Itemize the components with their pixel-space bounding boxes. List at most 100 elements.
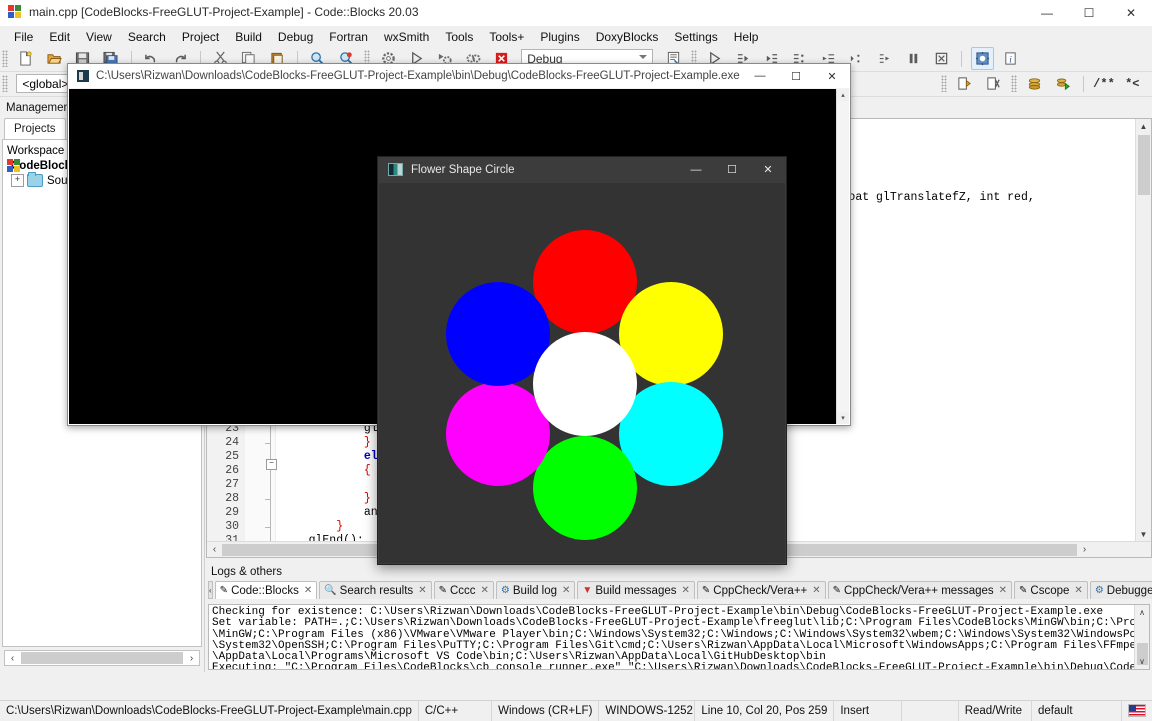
- close-icon[interactable]: ✕: [1074, 585, 1082, 596]
- menu-search[interactable]: Search: [120, 28, 174, 46]
- debug-various-icon[interactable]: [873, 47, 896, 70]
- wxsmith-delete-icon[interactable]: [982, 72, 1005, 95]
- log-tab-search-results[interactable]: 🔍 Search results ✕: [319, 581, 431, 599]
- debugging-windows-icon[interactable]: [971, 47, 994, 70]
- log-tab-cppcheck-vera-messages[interactable]: ✎ CppCheck/Vera++ messages ✕: [828, 581, 1012, 599]
- close-icon[interactable]: ✕: [481, 585, 489, 596]
- log-tab-codeblocks[interactable]: ✎ Code::Blocks ✕: [215, 581, 318, 599]
- open-file-icon[interactable]: [43, 47, 66, 70]
- new-file-icon[interactable]: [14, 47, 37, 70]
- status-encoding: WINDOWS-1252: [599, 701, 695, 721]
- toolbar-separator: [1083, 76, 1084, 92]
- menu-doxyblocks[interactable]: DoxyBlocks: [588, 28, 667, 46]
- close-icon[interactable]: ✕: [562, 585, 570, 596]
- code-line: }: [281, 436, 371, 450]
- toolbar-grip[interactable]: [1011, 75, 1017, 92]
- doxyblocks-block-icon[interactable]: *<: [1121, 72, 1144, 95]
- doxyblocks-extract-icon[interactable]: [1052, 72, 1075, 95]
- log-tab-debugger[interactable]: ⚙ Debugger ✕: [1090, 581, 1152, 599]
- glut-minimize-button[interactable]: —: [678, 157, 714, 182]
- close-icon[interactable]: ✕: [418, 585, 426, 596]
- toolbar-grip[interactable]: [941, 75, 947, 92]
- wxsmith-insert-icon[interactable]: [953, 72, 976, 95]
- debug-stop-icon[interactable]: [930, 47, 953, 70]
- tab-projects[interactable]: Projects: [4, 118, 66, 139]
- logs-content[interactable]: Checking for existence: C:\Users\Rizwan\…: [208, 604, 1150, 670]
- maximize-button[interactable]: ☐: [1068, 0, 1110, 26]
- menu-debug[interactable]: Debug: [270, 28, 321, 46]
- logs-vscrollbar[interactable]: ∧ ∨: [1134, 605, 1149, 669]
- line-number: 26: [207, 464, 239, 478]
- scroll-right-icon[interactable]: ›: [1077, 544, 1092, 555]
- toolbar-grip[interactable]: [2, 75, 8, 92]
- menu-fortran[interactable]: Fortran: [321, 28, 376, 46]
- toolbar-grip[interactable]: [2, 50, 8, 67]
- menu-tools-plus[interactable]: Tools+: [481, 28, 532, 46]
- pencil-icon: ✎: [220, 585, 228, 596]
- scroll-up-icon[interactable]: ▲: [1136, 119, 1151, 134]
- menu-project[interactable]: Project: [174, 28, 227, 46]
- menu-edit[interactable]: Edit: [41, 28, 78, 46]
- console-vscrollbar[interactable]: ▴ ▾: [836, 89, 849, 424]
- scroll-left-icon[interactable]: ‹: [207, 544, 222, 555]
- scroll-down-icon[interactable]: ▾: [837, 412, 849, 424]
- scroll-down-icon[interactable]: ∨: [1135, 654, 1149, 669]
- fold-tick: [265, 527, 271, 528]
- menu-settings[interactable]: Settings: [666, 28, 725, 46]
- pencil-icon: ✎: [833, 585, 841, 596]
- console-close-button[interactable]: ✕: [814, 64, 850, 88]
- expand-icon[interactable]: +: [11, 174, 24, 187]
- menu-help[interactable]: Help: [726, 28, 767, 46]
- close-icon[interactable]: ✕: [812, 585, 820, 596]
- scroll-down-icon[interactable]: ▼: [1136, 527, 1151, 542]
- status-file-path: C:\Users\Rizwan\Downloads\CodeBlocks-Fre…: [0, 701, 419, 721]
- doxyblocks-comment-icon[interactable]: /**: [1092, 72, 1115, 95]
- log-tab-cppcheck-vera[interactable]: ✎ CppCheck/Vera++ ✕: [697, 581, 826, 599]
- menu-wxsmith[interactable]: wxSmith: [376, 28, 437, 46]
- scroll-thumb[interactable]: [21, 652, 183, 664]
- console-minimize-button[interactable]: —: [742, 64, 778, 88]
- console-maximize-button[interactable]: ☐: [778, 64, 814, 88]
- debug-break-icon[interactable]: [902, 47, 925, 70]
- funnel-icon: ▼: [582, 585, 592, 596]
- editor-vscrollbar[interactable]: ▲ ▼: [1135, 119, 1151, 557]
- close-button[interactable]: ✕: [1110, 0, 1152, 26]
- scroll-thumb[interactable]: [1138, 135, 1150, 195]
- fold-collapse-box[interactable]: −: [266, 459, 277, 470]
- close-icon[interactable]: ✕: [682, 585, 690, 596]
- debug-info-icon[interactable]: i: [999, 47, 1022, 70]
- title-bar: main.cpp [CodeBlocks-FreeGLUT-Project-Ex…: [0, 0, 1152, 27]
- menu-tools[interactable]: Tools: [437, 28, 481, 46]
- scroll-up-icon[interactable]: ▴: [837, 89, 849, 101]
- glut-window[interactable]: Flower Shape Circle — ☐ ✕: [377, 156, 787, 565]
- scroll-up-icon[interactable]: ∧: [1135, 605, 1149, 620]
- close-icon[interactable]: ✕: [999, 585, 1007, 596]
- tabs-scroll-left[interactable]: ‹: [208, 581, 213, 599]
- log-tab-build-log[interactable]: ⚙ Build log ✕: [496, 581, 575, 599]
- status-keyboard-layout: [1122, 701, 1152, 721]
- log-tab-label: Build messages: [595, 585, 676, 597]
- menu-plugins[interactable]: Plugins: [532, 28, 587, 46]
- glut-render-canvas: [379, 183, 785, 563]
- management-hscrollbar[interactable]: ‹ ›: [4, 650, 200, 666]
- close-icon[interactable]: ✕: [304, 585, 312, 596]
- menu-build[interactable]: Build: [227, 28, 270, 46]
- log-tab-label: Cccc: [450, 585, 476, 597]
- glut-maximize-button[interactable]: ☐: [714, 157, 750, 182]
- menu-bar: File Edit View Search Project Build Debu…: [0, 26, 1152, 47]
- window-title: main.cpp [CodeBlocks-FreeGLUT-Project-Ex…: [29, 5, 419, 19]
- minimize-button[interactable]: —: [1026, 0, 1068, 26]
- gear-blue-icon: ⚙: [501, 585, 510, 596]
- scroll-right-icon[interactable]: ›: [184, 653, 199, 664]
- log-tab-label: Code::Blocks: [231, 585, 299, 597]
- log-tab-build-messages[interactable]: ▼ Build messages ✕: [577, 581, 694, 599]
- status-insert-mode: Insert: [834, 701, 902, 721]
- fold-line: [270, 414, 271, 544]
- scroll-left-icon[interactable]: ‹: [5, 653, 20, 664]
- menu-view[interactable]: View: [78, 28, 120, 46]
- log-tab-cccc[interactable]: ✎ Cccc ✕: [434, 581, 494, 599]
- doxyblocks-run-icon[interactable]: [1023, 72, 1046, 95]
- menu-file[interactable]: File: [6, 28, 41, 46]
- glut-close-button[interactable]: ✕: [750, 157, 786, 182]
- log-tab-cscope[interactable]: ✎ Cscope ✕: [1014, 581, 1088, 599]
